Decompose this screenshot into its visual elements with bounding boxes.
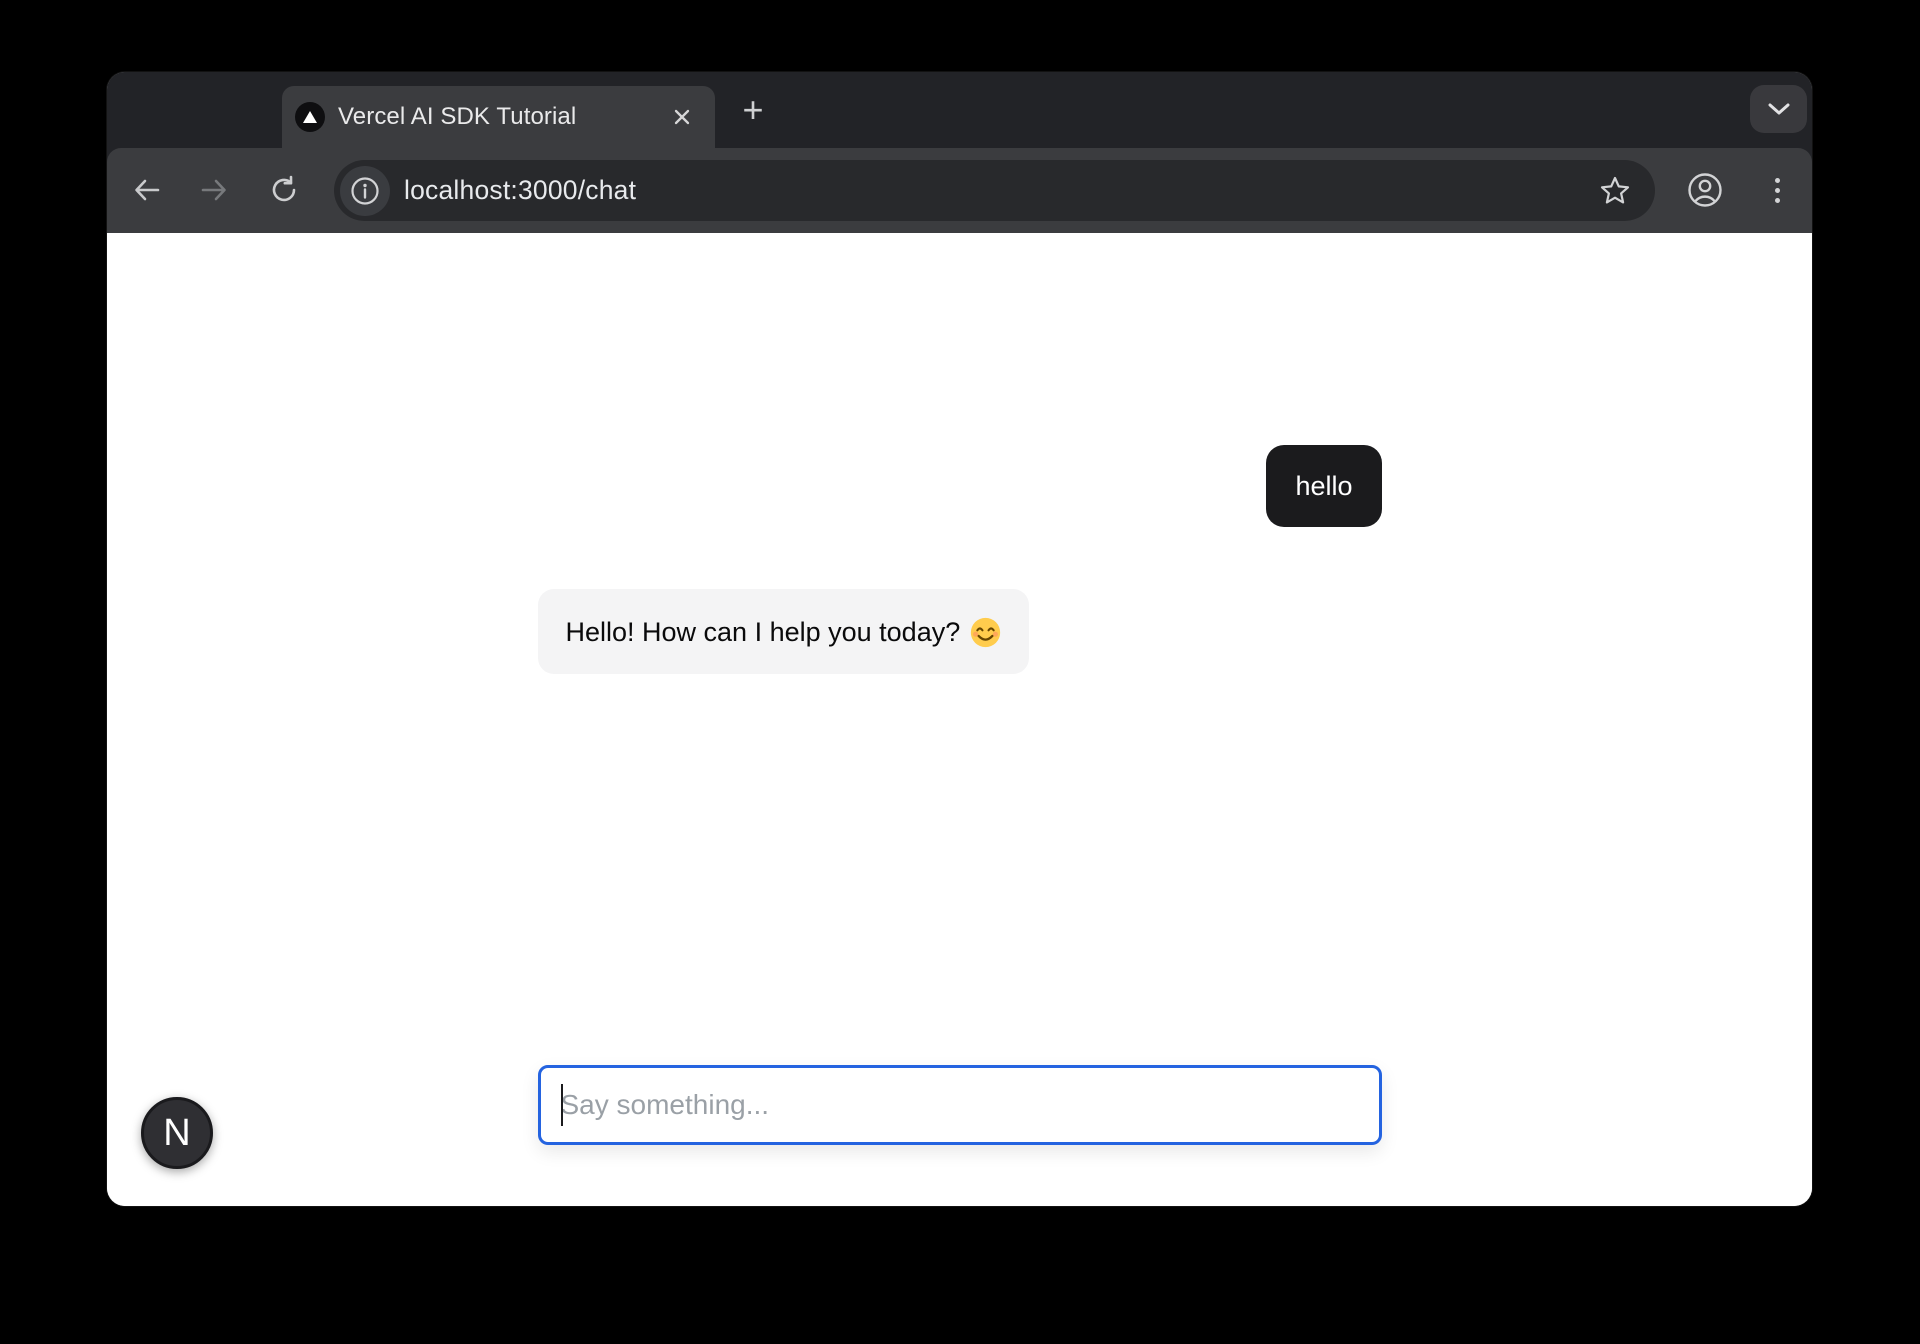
page-content: hello Hello! How can I help you today?	[107, 233, 1812, 1206]
menu-button[interactable]	[1755, 168, 1799, 212]
site-info-button[interactable]	[340, 166, 390, 216]
profile-icon	[1686, 171, 1724, 209]
back-arrow-icon	[131, 174, 163, 206]
desktop-background: Vercel AI SDK Tutorial +	[0, 0, 1920, 1344]
assistant-message-bubble: Hello! How can I help you today?	[538, 589, 1030, 674]
browser-tab-active[interactable]: Vercel AI SDK Tutorial	[282, 86, 715, 148]
bookmark-star-button[interactable]	[1597, 173, 1633, 209]
chat-input[interactable]	[538, 1065, 1382, 1145]
address-bar[interactable]: localhost:3000/chat	[334, 160, 1655, 221]
info-icon	[350, 176, 380, 206]
tab-search-chevron-button[interactable]	[1750, 85, 1807, 133]
reload-button[interactable]	[262, 168, 306, 212]
navigation-toolbar: localhost:3000/chat	[107, 148, 1812, 233]
url-text[interactable]: localhost:3000/chat	[404, 175, 636, 206]
smiling-emoji-icon	[970, 617, 1001, 648]
user-message-text: hello	[1295, 471, 1352, 501]
profile-button[interactable]	[1683, 168, 1727, 212]
browser-window: Vercel AI SDK Tutorial +	[107, 72, 1812, 1206]
three-dots-icon	[1775, 178, 1780, 203]
chevron-down-icon	[1768, 103, 1790, 116]
tab-close-icon[interactable]	[667, 102, 697, 132]
nextjs-dev-badge-label: N	[163, 1112, 190, 1155]
nextjs-dev-badge[interactable]: N	[141, 1097, 213, 1169]
browser-chrome: Vercel AI SDK Tutorial +	[107, 72, 1812, 233]
tab-strip: Vercel AI SDK Tutorial +	[107, 72, 1812, 148]
back-button[interactable]	[125, 168, 169, 212]
star-icon	[1597, 173, 1633, 209]
forward-arrow-icon	[198, 174, 230, 206]
user-message-bubble: hello	[1266, 445, 1381, 527]
new-tab-button[interactable]: +	[731, 88, 775, 132]
forward-button[interactable]	[192, 168, 236, 212]
vercel-favicon-icon	[295, 102, 325, 132]
assistant-message-text: Hello! How can I help you today?	[566, 617, 961, 647]
tab-title: Vercel AI SDK Tutorial	[338, 103, 667, 131]
reload-icon	[268, 174, 300, 206]
chat-input-wrap	[538, 1065, 1382, 1145]
chat-messages: hello Hello! How can I help you today?	[538, 233, 1382, 674]
